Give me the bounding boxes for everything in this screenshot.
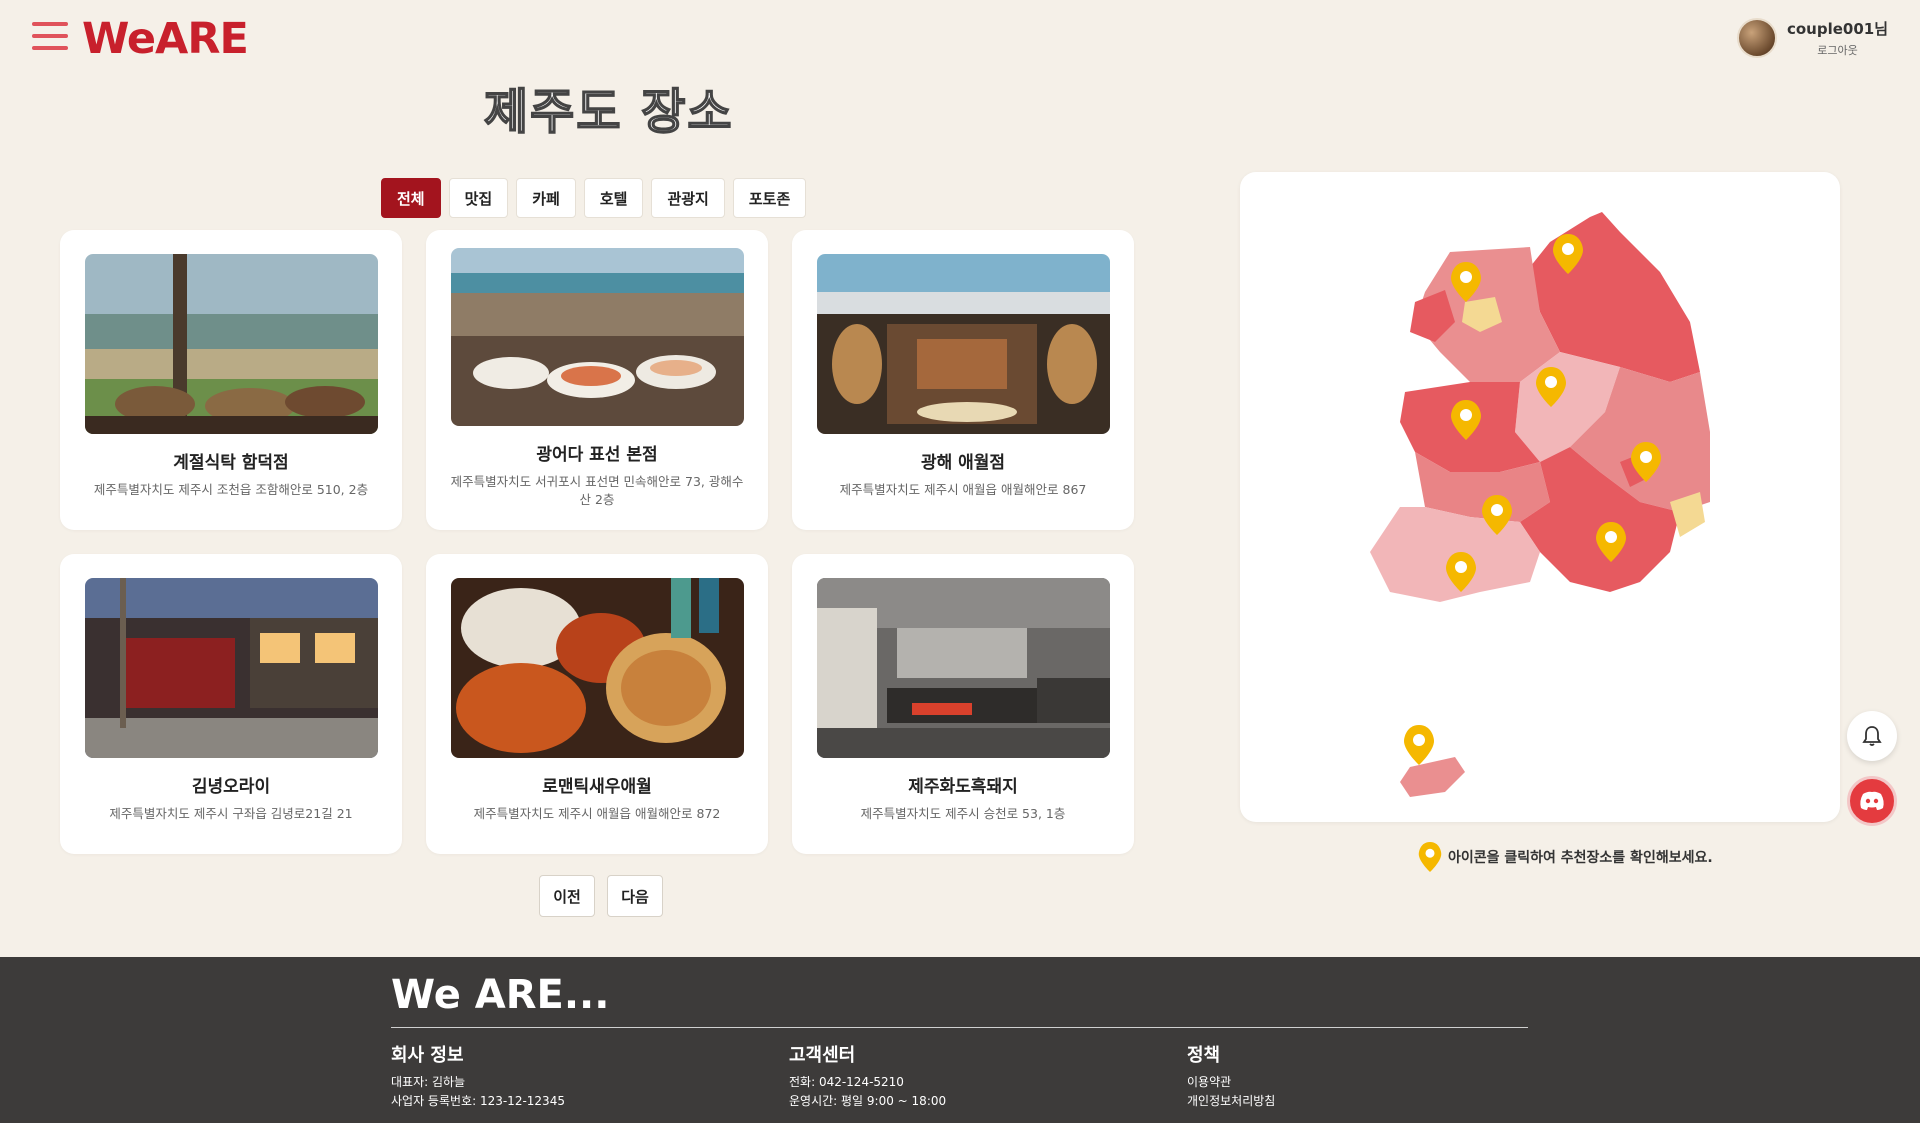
- footer-hours: 운영시간: 평일 9:00 ~ 18:00: [789, 1094, 947, 1108]
- place-card[interactable]: 로맨틱새우애월 제주특별자치도 제주시 애월읍 애월해안로 872: [426, 554, 768, 854]
- logo[interactable]: WeARE: [82, 14, 249, 64]
- map-pin-icon[interactable]: [1404, 725, 1434, 765]
- place-card[interactable]: 계절식탁 함덕점 제주특별자치도 제주시 조천읍 조함해안로 510, 2층: [60, 230, 402, 530]
- place-name: 광어다 표선 본점: [536, 445, 658, 465]
- tab-cafe[interactable]: 카페: [516, 178, 576, 218]
- footer-policy-heading: 정책: [1187, 1045, 1221, 1066]
- place-name: 제주화도흑돼지: [908, 777, 1018, 797]
- user-name: couple001님: [1786, 20, 1888, 38]
- place-card[interactable]: 광해 애월점 제주특별자치도 제주시 애월읍 애월해안로 867: [792, 230, 1134, 530]
- place-address: 제주특별자치도 제주시 조천읍 조함해안로 510, 2층: [93, 482, 369, 497]
- footer-terms-link[interactable]: 이용약관: [1187, 1073, 1275, 1092]
- footer-ceo: 대표자: 김하늘: [391, 1075, 466, 1089]
- place-card[interactable]: 광어다 표선 본점 제주특별자치도 서귀포시 표선면 민속해안로 73, 광해수…: [426, 230, 768, 530]
- tab-photozone[interactable]: 포토존: [732, 178, 807, 218]
- place-address: 제주특별자치도 제주시 애월읍 애월해안로 867: [839, 482, 1087, 497]
- place-card[interactable]: 제주화도흑돼지 제주특별자치도 제주시 승천로 53, 1층: [792, 554, 1134, 854]
- map-hint: 아이콘을 클릭하여 추천장소를 확인해보세요.: [1418, 842, 1713, 872]
- tab-restaurant[interactable]: 맛집: [448, 178, 509, 218]
- header: WeARE couple001님 로그아웃: [0, 0, 1920, 80]
- place-name: 로맨틱새우애월: [542, 777, 652, 797]
- tab-hotel[interactable]: 호텔: [583, 178, 644, 218]
- tab-all[interactable]: 전체: [381, 178, 441, 218]
- footer: We ARE... 회사 정보 대표자: 김하늘 사업자 등록번호: 123-1…: [0, 957, 1920, 1123]
- prev-button[interactable]: 이전: [539, 875, 595, 917]
- tab-attraction[interactable]: 관광지: [651, 178, 725, 218]
- place-address: 제주특별자치도 서귀포시 표선면 민속해안로 73, 광해수산 2층: [450, 474, 744, 507]
- footer-phone: 전화: 042-124-5210: [789, 1075, 904, 1089]
- place-grid: 계절식탁 함덕점 제주특별자치도 제주시 조천읍 조함해안로 510, 2층 광…: [60, 230, 1135, 854]
- footer-biz-no: 사업자 등록번호: 123-12-12345: [391, 1094, 565, 1108]
- pagination: 이전 다음: [539, 875, 663, 917]
- korea-map: [1240, 172, 1840, 822]
- map-pin-icon: [1418, 842, 1442, 872]
- category-tabs: 전체 맛집 카페 호텔 관광지 포토존: [381, 178, 807, 218]
- footer-policy: 정책 이용약관 개인정보처리방침: [1187, 1041, 1275, 1111]
- avatar[interactable]: [1736, 18, 1777, 58]
- place-name: 김녕오라이: [191, 777, 271, 797]
- next-button[interactable]: 다음: [607, 875, 663, 917]
- discord-icon[interactable]: [1847, 776, 1897, 826]
- hamburger-menu-icon[interactable]: [32, 22, 68, 54]
- footer-company: 회사 정보 대표자: 김하늘 사업자 등록번호: 123-12-12345: [391, 1041, 565, 1111]
- map-hint-text: 아이콘을 클릭하여 추천장소를 확인해보세요.: [1448, 850, 1713, 866]
- place-name: 계절식탁 함덕점: [173, 453, 289, 473]
- place-image: [84, 254, 378, 434]
- place-image: [816, 254, 1110, 434]
- place-image: [450, 248, 744, 426]
- place-image: [84, 578, 378, 758]
- footer-support-heading: 고객센터: [789, 1045, 856, 1066]
- footer-privacy-link[interactable]: 개인정보처리방침: [1187, 1092, 1275, 1111]
- footer-support: 고객센터 전화: 042-124-5210 운영시간: 평일 9:00 ~ 18…: [789, 1041, 946, 1111]
- region-jeju[interactable]: [1400, 757, 1465, 797]
- place-image: [816, 578, 1110, 758]
- footer-company-heading: 회사 정보: [391, 1045, 464, 1066]
- place-address: 제주특별자치도 제주시 구좌읍 김녕로21길 21: [109, 806, 353, 821]
- place-address: 제주특별자치도 제주시 애월읍 애월해안로 872: [473, 806, 721, 821]
- place-image: [450, 578, 744, 758]
- place-card[interactable]: 김녕오라이 제주특별자치도 제주시 구좌읍 김녕로21길 21: [60, 554, 402, 854]
- footer-title: We ARE...: [391, 972, 610, 1018]
- place-name: 광해 애월점: [920, 453, 1006, 473]
- bell-icon[interactable]: [1847, 711, 1897, 761]
- footer-divider: [391, 1027, 1528, 1028]
- logout-link[interactable]: 로그아웃: [1787, 42, 1888, 58]
- page-title: 제주도 장소: [483, 83, 734, 141]
- user-box: couple001님 로그아웃: [1736, 18, 1888, 58]
- place-address: 제주특별자치도 제주시 승천로 53, 1층: [860, 806, 1066, 821]
